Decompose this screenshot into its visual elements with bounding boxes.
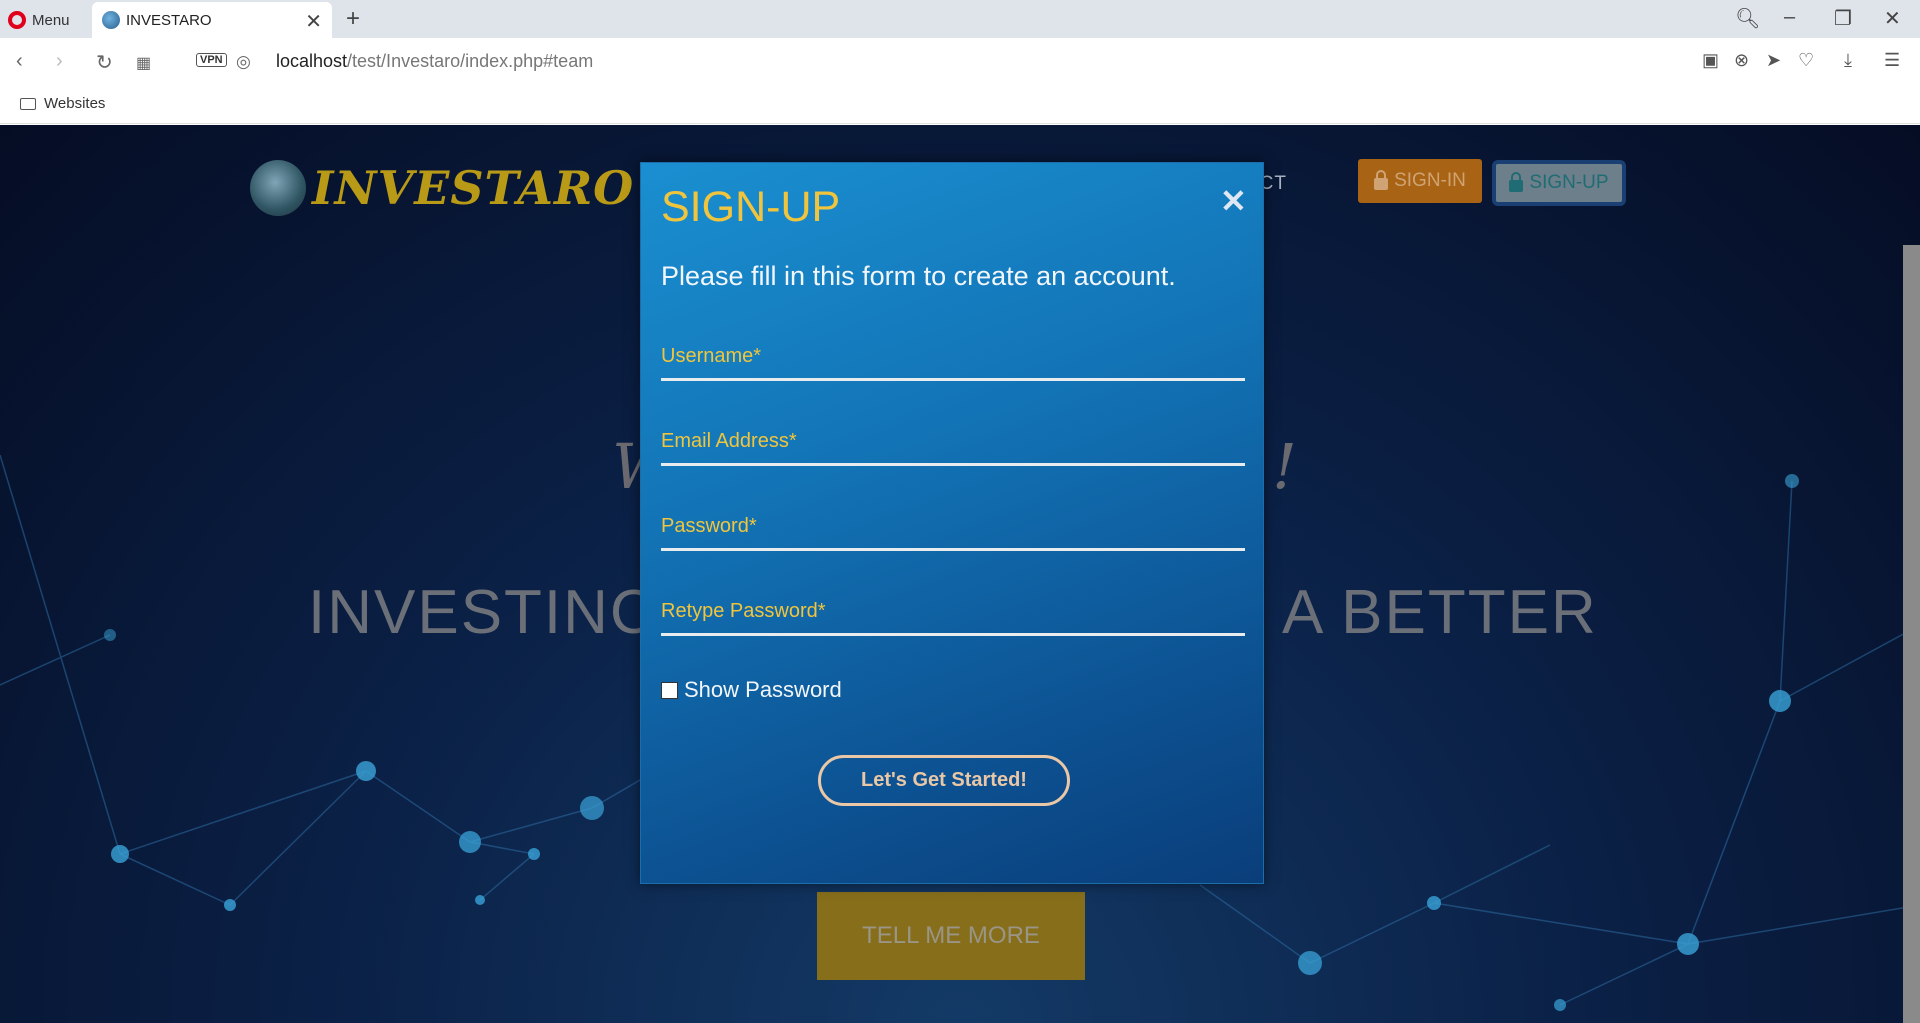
- show-password-checkbox[interactable]: [661, 681, 678, 699]
- tabs-grid-icon[interactable]: ▦: [136, 53, 151, 73]
- tab-title: INVESTARO: [126, 11, 212, 29]
- tell-me-more-button[interactable]: TELL ME MORE: [817, 892, 1085, 980]
- hero-heading-partial-right: !: [1272, 430, 1297, 503]
- password-input[interactable]: [661, 505, 1245, 548]
- favicon-icon: [102, 11, 120, 29]
- logo-globe-icon: [250, 160, 306, 216]
- folder-icon: [20, 97, 36, 110]
- show-password-label[interactable]: Show Password: [684, 677, 842, 703]
- signup-modal: SIGN-UP ✕ Please fill in this form to cr…: [640, 162, 1264, 884]
- back-icon[interactable]: ‹: [16, 50, 23, 73]
- email-input[interactable]: [661, 420, 1245, 463]
- camera-icon[interactable]: ▣: [1702, 50, 1719, 71]
- forward-icon[interactable]: ›: [56, 50, 63, 73]
- vpn-badge[interactable]: VPN: [196, 53, 227, 67]
- modal-subtitle: Please fill in this form to create an ac…: [661, 261, 1176, 291]
- signin-button[interactable]: SIGN-IN: [1358, 159, 1482, 203]
- signup-label: SIGN-UP: [1529, 172, 1609, 193]
- site-logo[interactable]: INVESTARO: [250, 160, 634, 216]
- easy-setup-icon[interactable]: ☰: [1884, 50, 1900, 71]
- reload-icon[interactable]: ↻: [96, 50, 113, 75]
- url-host: localhost: [276, 51, 348, 71]
- retype-password-field-wrap: [661, 590, 1245, 636]
- menu-label: Menu: [32, 11, 70, 29]
- browser-menu-button[interactable]: Menu: [8, 8, 70, 32]
- new-tab-icon[interactable]: +: [346, 5, 360, 33]
- bookmarks-bar: Websites: [0, 86, 1920, 124]
- lock-icon: [1509, 172, 1524, 192]
- password-field-wrap: [661, 505, 1245, 551]
- username-field-wrap: [661, 335, 1245, 381]
- heart-icon[interactable]: ♡: [1798, 50, 1814, 71]
- hero-tagline-right: A BETTER: [1282, 578, 1598, 647]
- url-field[interactable]: localhost/test/Investaro/index.php#team: [276, 51, 593, 72]
- retype-password-input[interactable]: [661, 590, 1245, 633]
- tab-close-icon[interactable]: ✕: [305, 9, 322, 34]
- opera-logo-icon: [8, 11, 26, 29]
- get-started-button[interactable]: Let's Get Started!: [818, 755, 1070, 806]
- browser-tab-bar: Menu INVESTARO ✕ + 🔍︎ – ❐ ✕: [0, 0, 1920, 38]
- logo-text: INVESTARO: [312, 161, 635, 215]
- page-scrollbar[interactable]: [1903, 245, 1920, 1023]
- download-icon[interactable]: ⤓: [1844, 50, 1852, 71]
- lock-icon: [1374, 170, 1389, 190]
- signin-label: SIGN-IN: [1394, 170, 1466, 191]
- restore-icon[interactable]: ❐: [1834, 6, 1852, 31]
- show-password-row: Show Password: [661, 677, 842, 703]
- adblock-icon[interactable]: ⊗: [1734, 50, 1749, 71]
- search-icon[interactable]: 🔍︎: [1735, 6, 1760, 31]
- hero-tagline-left: INVESTINC: [308, 578, 657, 647]
- bookmark-folder-websites[interactable]: Websites: [20, 95, 105, 112]
- email-field-wrap: [661, 420, 1245, 466]
- close-icon[interactable]: ✕: [1220, 182, 1247, 220]
- signup-button[interactable]: SIGN-UP: [1492, 160, 1626, 206]
- url-path: /test/Investaro/index.php#team: [347, 51, 594, 71]
- send-icon[interactable]: ➤: [1766, 50, 1781, 71]
- minimize-icon[interactable]: –: [1784, 6, 1795, 29]
- close-window-icon[interactable]: ✕: [1884, 6, 1901, 31]
- modal-title: SIGN-UP: [661, 183, 841, 231]
- bookmark-label: Websites: [44, 95, 106, 112]
- username-input[interactable]: [661, 335, 1245, 378]
- address-bar: ‹ › ↻ ▦ VPN ◎ localhost/test/Investaro/i…: [0, 38, 1920, 86]
- globe-icon[interactable]: ◎: [236, 52, 251, 72]
- browser-tab-active[interactable]: INVESTARO ✕: [92, 2, 332, 38]
